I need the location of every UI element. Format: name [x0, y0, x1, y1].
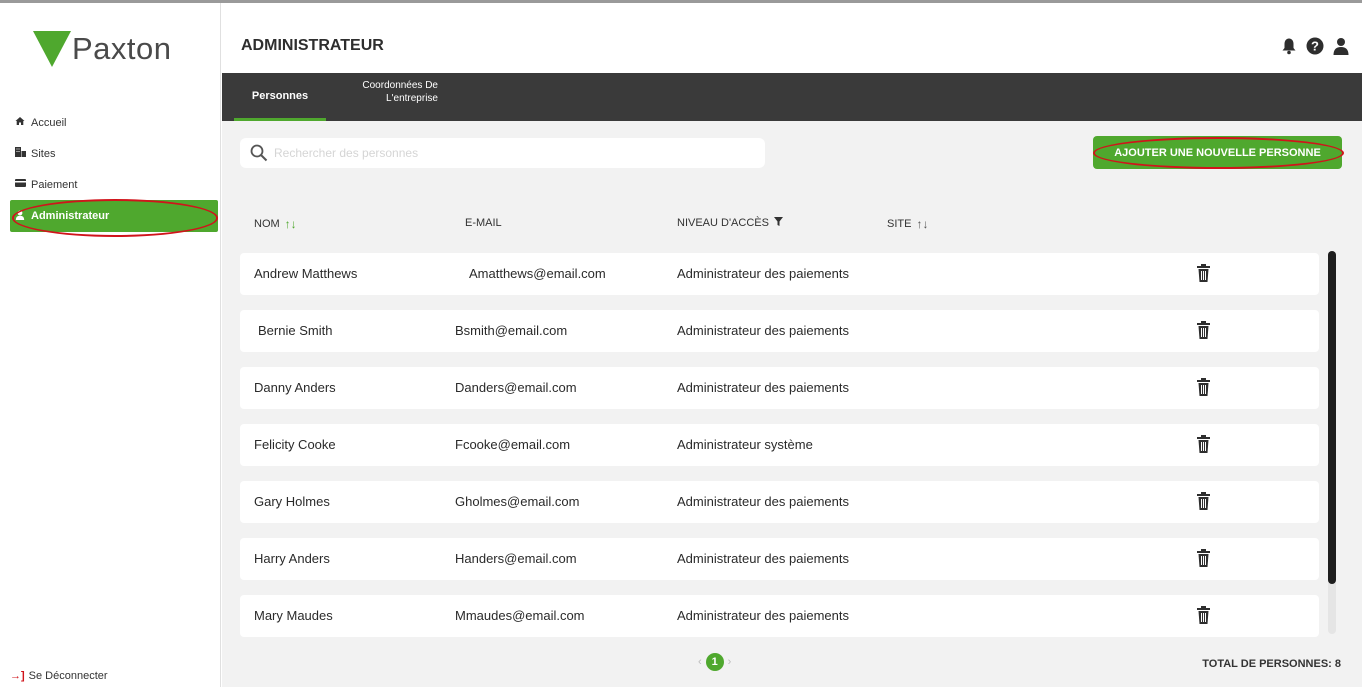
tab-personnes[interactable]: Personnes: [234, 73, 326, 121]
next-page-button[interactable]: ›: [728, 656, 732, 668]
logo-text: Paxton: [72, 31, 172, 66]
header-icons: ?: [1280, 37, 1350, 55]
add-person-button[interactable]: AJOUTER UNE NOUVELLE PERSONNE: [1093, 136, 1342, 169]
column-header-access[interactable]: NIVEAU D'ACCÈS: [677, 217, 783, 229]
filter-icon: [773, 217, 783, 229]
building-icon: [14, 147, 26, 160]
logout-icon: →]: [10, 670, 25, 682]
column-header-name[interactable]: NOM ↑↓: [254, 217, 297, 231]
sidebar: Paxton Accueil Sites Paiement Administra…: [0, 3, 221, 687]
search-input[interactable]: [274, 146, 754, 160]
trash-icon[interactable]: [1197, 321, 1210, 339]
cell-email: Handers@email.com: [455, 551, 577, 566]
cell-email: Amatthews@email.com: [469, 266, 606, 281]
cell-access: Administrateur des paiements: [677, 266, 849, 281]
sidebar-item-accueil[interactable]: Accueil: [10, 107, 218, 138]
trash-icon[interactable]: [1197, 435, 1210, 453]
table-row[interactable]: Bernie Smith Bsmith@email.com Administra…: [240, 310, 1319, 352]
cell-access: Administrateur des paiements: [677, 323, 849, 338]
tab-bar: Personnes Coordonnées De L'entreprise: [222, 73, 1362, 121]
cell-name: Gary Holmes: [254, 494, 330, 509]
sidebar-item-label: Paiement: [31, 178, 78, 191]
cell-name: Danny Anders: [254, 380, 336, 395]
cell-access: Administrateur des paiements: [677, 494, 849, 509]
trash-icon[interactable]: [1197, 606, 1210, 624]
logout-link[interactable]: →] Se Déconnecter: [10, 670, 108, 682]
trash-icon[interactable]: [1197, 264, 1210, 282]
tab-label-line1: Coordonnées De: [362, 80, 438, 91]
cell-name: Felicity Cooke: [254, 437, 336, 452]
logout-label: Se Déconnecter: [28, 670, 108, 682]
cell-email: Bsmith@email.com: [455, 323, 568, 338]
sort-icon: ↑↓: [284, 217, 297, 231]
cell-access: Administrateur des paiements: [677, 380, 849, 395]
home-icon: [14, 116, 26, 129]
page-number-button[interactable]: 1: [705, 653, 724, 671]
cell-email: Mmaudes@email.com: [455, 608, 585, 623]
trash-icon[interactable]: [1197, 549, 1210, 567]
help-icon[interactable]: ?: [1306, 37, 1324, 55]
sidebar-item-label: Accueil: [31, 116, 67, 129]
user-icon[interactable]: [1332, 37, 1350, 55]
trash-icon[interactable]: [1197, 492, 1210, 510]
main-content: AJOUTER UNE NOUVELLE PERSONNE NOM ↑↓ E-M…: [222, 121, 1362, 687]
cell-access: Administrateur système: [677, 437, 813, 452]
page-title: ADMINISTRATEUR: [241, 37, 384, 54]
bell-icon[interactable]: [1280, 37, 1298, 55]
column-header-site[interactable]: SITE ↑↓: [887, 217, 928, 231]
pagination: ‹ 1 ›: [698, 653, 731, 671]
cell-access: Administrateur des paiements: [677, 608, 849, 623]
tab-coordonnees-entreprise[interactable]: Coordonnées De L'entreprise: [330, 73, 438, 121]
tab-label-line2: L'entreprise: [386, 93, 438, 104]
cell-name: Harry Anders: [254, 551, 330, 566]
table-row[interactable]: Danny Anders Danders@email.com Administr…: [240, 367, 1319, 409]
table-header: NOM ↑↓ E-MAIL NIVEAU D'ACCÈS SITE ↑↓: [240, 217, 1340, 239]
sidebar-item-label: Sites: [31, 147, 56, 160]
logo-triangle-icon: [33, 31, 71, 67]
paxton-logo[interactable]: Paxton: [33, 31, 172, 67]
table-row[interactable]: Harry Anders Handers@email.com Administr…: [240, 538, 1319, 580]
cell-name: Andrew Matthews: [254, 266, 358, 281]
cell-email: Danders@email.com: [455, 380, 577, 395]
cell-name: Bernie Smith: [258, 323, 333, 338]
card-icon: [14, 179, 26, 190]
sidebar-item-label: Administrateur: [31, 210, 110, 222]
top-header: ADMINISTRATEUR ?: [222, 3, 1362, 71]
prev-page-button[interactable]: ‹: [698, 656, 702, 668]
scrollbar-track[interactable]: [1328, 251, 1336, 634]
cell-access: Administrateur des paiements: [677, 551, 849, 566]
cell-email: Fcooke@email.com: [455, 437, 571, 452]
sidebar-item-administrateur[interactable]: Administrateur: [10, 200, 218, 232]
sidebar-item-sites[interactable]: Sites: [10, 138, 218, 169]
search-icon: [250, 144, 268, 162]
cell-name: Mary Maudes: [254, 608, 333, 623]
cell-email: Gholmes@email.com: [455, 494, 580, 509]
sort-icon: ↑↓: [916, 217, 929, 231]
trash-icon[interactable]: [1197, 378, 1210, 396]
scrollbar-thumb[interactable]: [1328, 251, 1336, 584]
sidebar-nav: Accueil Sites Paiement Administrateur: [10, 107, 218, 232]
column-header-email: E-MAIL: [465, 217, 502, 229]
table-row[interactable]: Andrew Matthews Amatthews@email.com Admi…: [240, 253, 1319, 295]
search-box: [240, 138, 765, 168]
svg-text:?: ?: [1311, 39, 1319, 54]
user-icon: [14, 210, 26, 223]
app-window: Paxton Accueil Sites Paiement Administra…: [0, 0, 1362, 687]
total-count: TOTAL DE PERSONNES: 8: [1202, 658, 1341, 670]
table-row[interactable]: Felicity Cooke Fcooke@email.com Administ…: [240, 424, 1319, 466]
table-row[interactable]: Gary Holmes Gholmes@email.com Administra…: [240, 481, 1319, 523]
sidebar-item-paiement[interactable]: Paiement: [10, 169, 218, 200]
table-row[interactable]: Mary Maudes Mmaudes@email.com Administra…: [240, 595, 1319, 637]
